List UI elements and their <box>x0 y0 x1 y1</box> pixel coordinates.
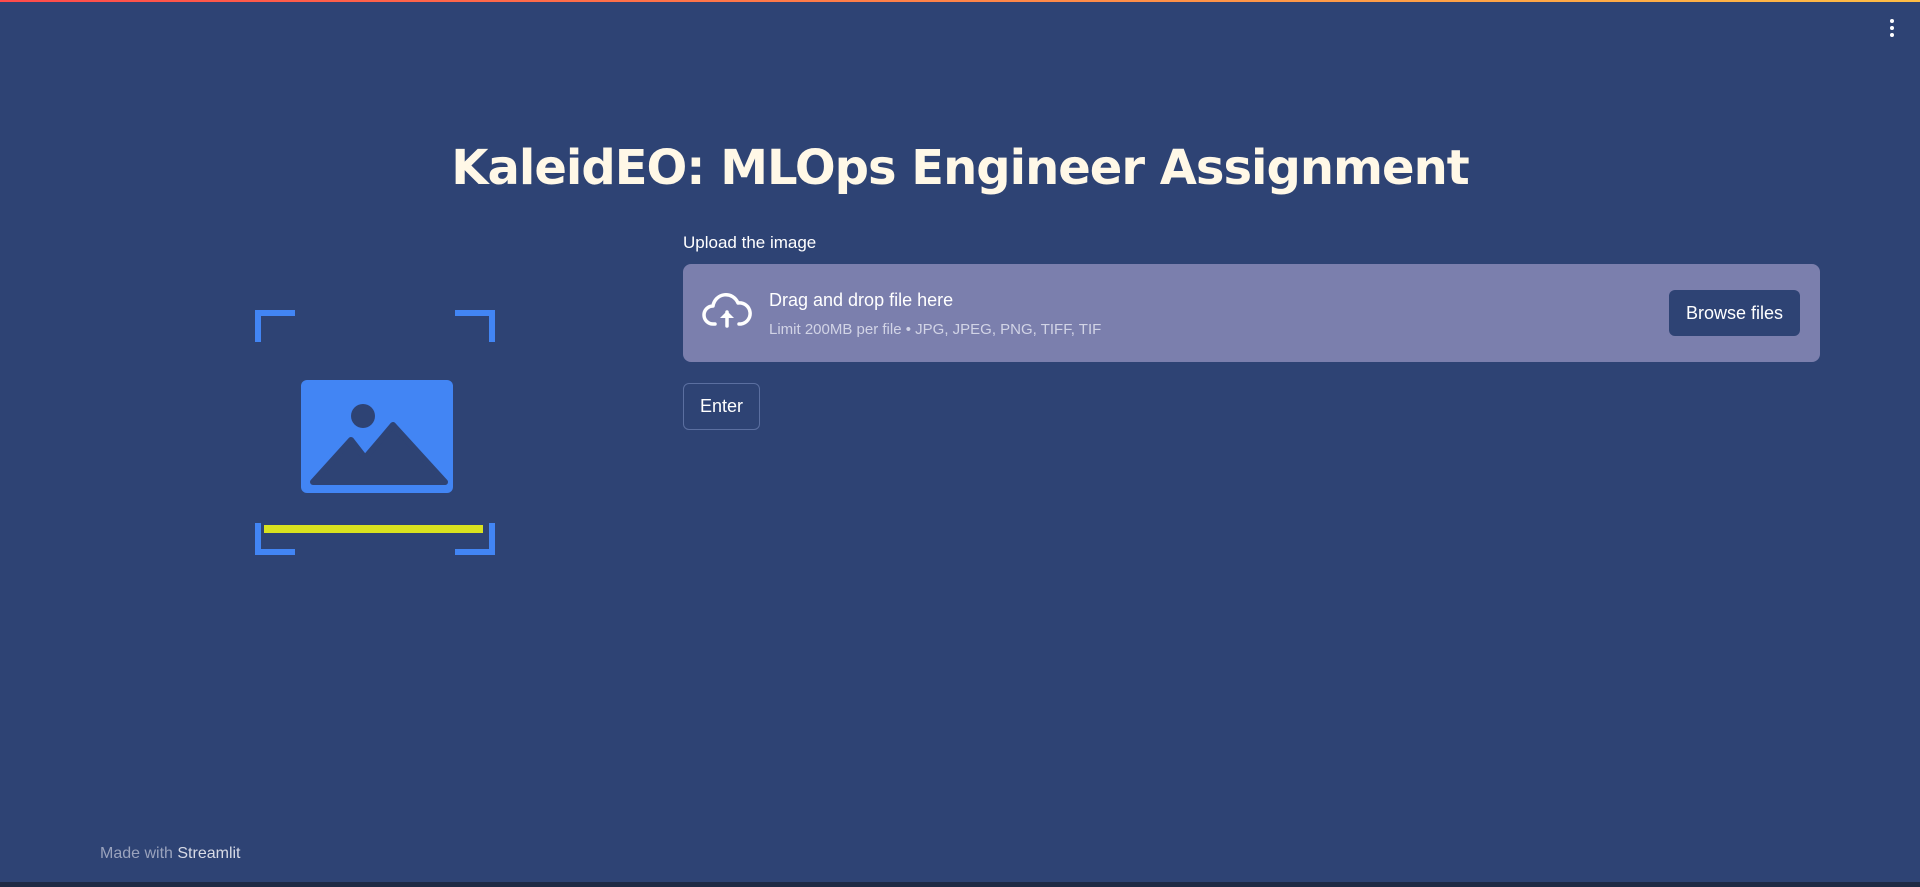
main-menu-button[interactable] <box>1878 10 1906 46</box>
browse-files-button[interactable]: Browse files <box>1669 290 1800 336</box>
bottom-bar <box>0 882 1920 887</box>
file-dropzone[interactable]: Drag and drop file here Limit 200MB per … <box>683 264 1820 362</box>
image-scan-icon <box>255 310 495 555</box>
streamlit-link[interactable]: Streamlit <box>177 845 240 862</box>
footer-made-with: Made with <box>100 845 178 862</box>
kebab-menu-icon <box>1890 19 1894 37</box>
upload-label: Upload the image <box>683 233 817 252</box>
dropzone-title: Drag and drop file here <box>769 290 954 310</box>
dropzone-limit-text: Limit 200MB per file • JPG, JPEG, PNG, T… <box>769 321 1102 338</box>
enter-button[interactable]: Enter <box>683 383 760 430</box>
cloud-upload-icon <box>702 290 752 334</box>
top-accent-bar <box>0 0 1920 2</box>
footer: Made with Streamlit <box>100 845 241 863</box>
app-page: KaleidEO: MLOps Engineer Assignment Uplo… <box>0 0 1920 887</box>
page-title: KaleidEO: MLOps Engineer Assignment <box>451 140 1469 196</box>
